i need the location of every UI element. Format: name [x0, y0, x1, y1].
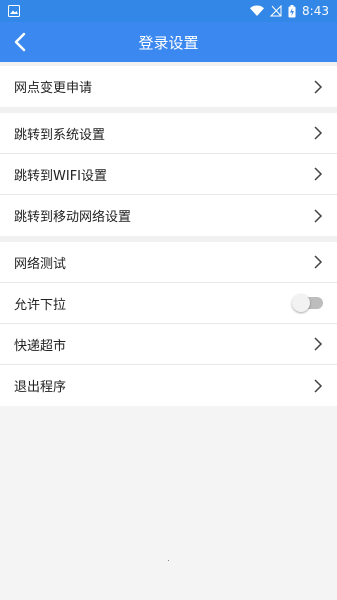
- app-bar: 登录设置: [0, 22, 337, 62]
- menu-item-label: 网点变更申请: [14, 81, 93, 96]
- menu-item-label: 允许下拉: [14, 297, 67, 313]
- menu-item-mobile-network-settings[interactable]: 跳转到移动网络设置: [0, 195, 337, 236]
- allow-pull-down-toggle[interactable]: [292, 294, 323, 312]
- status-bar: 8:43: [0, 0, 337, 22]
- chevron-right-icon: [314, 208, 323, 223]
- chevron-left-icon[interactable]: [10, 31, 32, 53]
- menu-item-label: 跳转到移动网络设置: [14, 210, 132, 225]
- wifi-icon: [250, 5, 265, 16]
- page-title: 登录设置: [138, 33, 199, 52]
- image-icon: [8, 5, 20, 17]
- status-time: 8:43: [302, 4, 329, 18]
- chevron-right-icon: [314, 378, 323, 393]
- menu-item-label: 快递超市: [14, 338, 67, 354]
- chevron-right-icon: [314, 79, 323, 94]
- menu-item-allow-pull-down: 允许下拉: [0, 283, 337, 324]
- chevron-right-icon: [314, 255, 323, 269]
- chevron-right-icon: [314, 337, 323, 351]
- menu-item-wifi-settings[interactable]: 跳转到WIFI设置: [0, 154, 337, 195]
- menu-item-express-store[interactable]: 快递超市: [0, 324, 337, 365]
- menu-item-system-settings[interactable]: 跳转到系统设置: [0, 113, 337, 154]
- menu-item-label: 跳转到WIFI设置: [14, 168, 107, 184]
- chevron-right-icon: [314, 167, 323, 181]
- menu-item-branch-change-request[interactable]: 网点变更申请: [0, 66, 337, 107]
- menu-item-label: 跳转到系统设置: [14, 127, 106, 143]
- battery-charging-icon: [288, 4, 296, 17]
- menu-item-network-test[interactable]: 网络测试: [0, 242, 337, 283]
- menu-item-label: 网络测试: [14, 256, 67, 272]
- settings-group-2: 跳转到系统设置 跳转到WIFI设置 跳转到移动网络设置: [0, 113, 337, 236]
- toggle-knob: [292, 294, 310, 312]
- no-signal-icon: [270, 5, 282, 17]
- decorative-dot: [168, 560, 169, 561]
- menu-item-label: 退出程序: [14, 380, 67, 395]
- menu-item-exit-app[interactable]: 退出程序: [0, 365, 337, 406]
- chevron-right-icon: [314, 126, 323, 140]
- settings-group-1: 网点变更申请: [0, 66, 337, 107]
- settings-group-3: 网络测试 允许下拉 快递超市 退出程序: [0, 242, 337, 406]
